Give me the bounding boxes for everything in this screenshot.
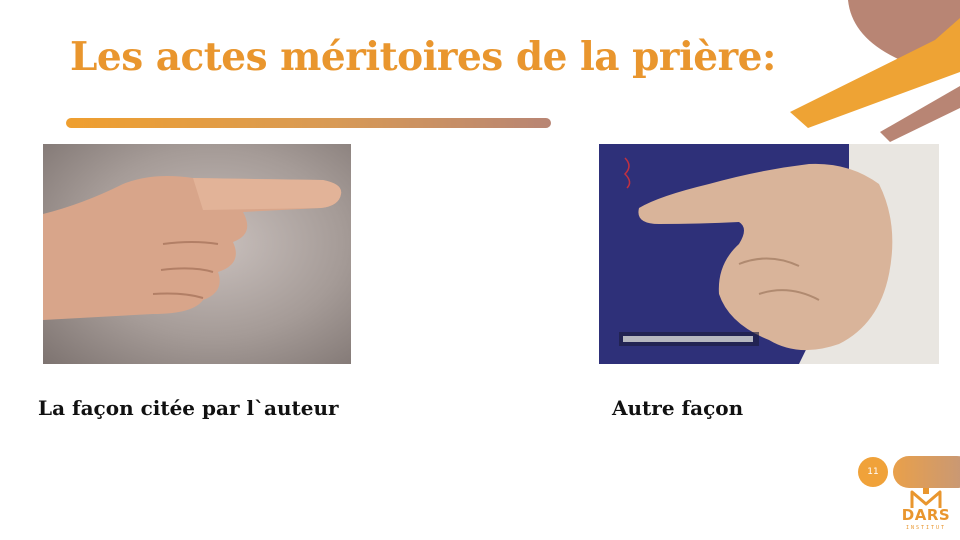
slide: Les actes méritoires de la prière: La fa… — [0, 0, 960, 540]
bent-pointing-finger-icon — [599, 144, 939, 364]
slide-title: Les actes méritoires de la prière: — [70, 34, 776, 80]
right-finger-image — [599, 144, 939, 364]
left-image-caption: La façon citée par l`auteur — [38, 396, 339, 420]
pointing-finger-icon — [43, 176, 342, 320]
page-number-pill — [893, 456, 960, 488]
title-underline — [66, 118, 551, 128]
right-image-caption: Autre façon — [612, 396, 744, 420]
logo-subtitle: INSTITUT — [905, 525, 947, 531]
logo-wordmark: DARS — [901, 506, 951, 524]
page-number: 11 — [858, 457, 888, 487]
left-finger-image — [43, 144, 351, 364]
dars-logo: DARS INSTITUT — [896, 488, 956, 538]
